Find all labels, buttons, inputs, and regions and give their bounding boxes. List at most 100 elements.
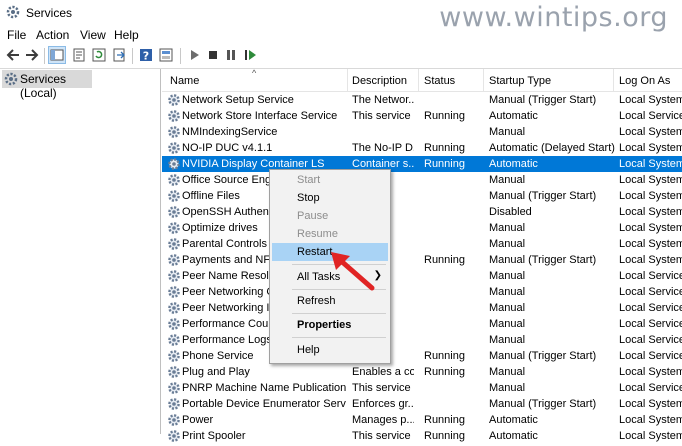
service-log-on-as: Local Service	[619, 382, 682, 394]
service-gear-icon	[167, 93, 181, 107]
column-divider[interactable]	[347, 69, 348, 91]
service-startup-type: Manual (Trigger Start)	[489, 398, 597, 410]
service-gear-icon	[167, 221, 181, 235]
service-status: Running	[424, 158, 465, 170]
restart-service-icon[interactable]	[242, 47, 258, 63]
service-log-on-as: Local Service	[619, 318, 682, 330]
service-startup-type: Manual	[489, 174, 526, 186]
menu-item-stop[interactable]: Stop	[272, 189, 388, 207]
service-gear-icon	[167, 125, 181, 139]
forward-icon[interactable]	[24, 47, 40, 63]
service-row[interactable]: Peer Networking Idide...ManualLocal Serv…	[162, 300, 682, 316]
properties-icon[interactable]	[71, 47, 87, 63]
service-description: Enforces gr...	[352, 398, 414, 410]
service-row[interactable]: Plug and Play Enables a co... Running Manua…	[162, 364, 682, 380]
pause-service-icon[interactable]	[223, 47, 239, 63]
service-row[interactable]: Peer Name Resoluterv...ManualLocal Servi…	[162, 268, 682, 284]
export-list-icon[interactable]	[111, 47, 127, 63]
service-gear-icon	[167, 141, 181, 155]
back-icon[interactable]	[5, 47, 21, 63]
menu-item-pause: Pause	[272, 207, 388, 225]
menu-item-label: Refresh	[297, 295, 336, 307]
service-row[interactable]: OpenSSH Authentito ...DisabledLocal Syst…	[162, 204, 682, 220]
service-gear-icon	[167, 333, 181, 347]
service-name: Network Store Interface Service	[182, 110, 338, 122]
service-row[interactable]: Performance Counote...ManualLocal Servic…	[162, 316, 682, 332]
menu-view[interactable]: View	[80, 28, 106, 42]
service-row[interactable]: Peer Networking Grulti...ManualLocal Ser…	[162, 284, 682, 300]
service-row[interactable]: Portable Device Enumerator Service Enforc…	[162, 396, 682, 412]
service-description: Enables a co...	[352, 366, 414, 378]
menu-item-refresh[interactable]: Refresh	[272, 292, 388, 310]
service-status: Running	[424, 414, 465, 426]
stop-service-icon[interactable]	[205, 47, 221, 63]
service-row[interactable]: NVIDIA Display Container LS Container s..…	[162, 156, 682, 172]
service-name: PNRP Machine Name Publication S...	[182, 382, 346, 394]
service-status: Running	[424, 142, 465, 154]
service-name: NO-IP DUC v4.1.1	[182, 142, 273, 154]
menu-bar: File Action View Help	[0, 26, 682, 44]
menu-file[interactable]: File	[7, 28, 26, 42]
service-row[interactable]: Power Manages p... Running Automatic Local S…	[162, 412, 682, 428]
services-gear-icon	[4, 72, 18, 86]
service-log-on-as: Local System	[619, 126, 682, 138]
column-startup-type[interactable]: Startup Type	[489, 75, 551, 87]
service-row[interactable]: Optimize drivese c...ManualLocal System	[162, 220, 682, 236]
service-row[interactable]: Network Setup Service The Networ... Manual…	[162, 92, 682, 108]
service-row[interactable]: Office Source Engitall...ManualLocal Sys…	[162, 172, 682, 188]
menu-item-label: Resume	[297, 228, 338, 240]
show-hide-console-tree-icon[interactable]	[48, 46, 66, 64]
service-log-on-as: Local System	[619, 94, 682, 106]
refresh-icon[interactable]	[91, 47, 107, 63]
column-description[interactable]: Description	[352, 75, 407, 87]
service-startup-type: Automatic	[489, 110, 538, 122]
menu-action[interactable]: Action	[36, 28, 69, 42]
column-divider[interactable]	[613, 69, 614, 91]
service-row[interactable]: Performance Logs &ce ...ManualLocal Serv…	[162, 332, 682, 348]
service-description: This service ...	[352, 382, 414, 394]
service-log-on-as: Local Service	[619, 110, 682, 122]
menu-item-label: Start	[297, 174, 321, 186]
service-row[interactable]: Parental Controlspar...ManualLocal Syste…	[162, 236, 682, 252]
service-row[interactable]: Phone Servicethe ...RunningManual (Trigg…	[162, 348, 682, 364]
service-row[interactable]: Payments and NFCaym...RunningManual (Tri…	[162, 252, 682, 268]
service-row[interactable]: PNRP Machine Name Publication S... This s…	[162, 380, 682, 396]
menu-help[interactable]: Help	[114, 28, 139, 42]
red-pointer-arrow-icon	[331, 252, 375, 291]
column-header: ^ Name Description Status Startup Type L…	[162, 68, 682, 92]
column-divider[interactable]	[418, 69, 419, 91]
service-log-on-as: Local System	[619, 174, 682, 186]
title-bar: Services www.wintips.org	[0, 0, 682, 33]
tree-item-services-local[interactable]: Services (Local)	[2, 70, 92, 100]
service-row[interactable]: NO-IP DUC v4.1.1 The No-IP D... Running Aut…	[162, 140, 682, 156]
column-divider[interactable]	[483, 69, 484, 91]
service-gear-icon	[167, 237, 181, 251]
service-status: Running	[424, 254, 465, 266]
column-log-on-as[interactable]: Log On As	[619, 75, 670, 87]
service-log-on-as: Local System	[619, 222, 682, 234]
help-icon[interactable]: ?	[138, 47, 154, 63]
service-gear-icon	[167, 413, 181, 427]
snapin-icon[interactable]	[158, 47, 174, 63]
menu-item-properties[interactable]: Properties	[272, 316, 388, 334]
service-gear-icon	[167, 429, 181, 443]
column-status[interactable]: Status	[424, 75, 455, 87]
service-row[interactable]: Network Store Interface Service This serv…	[162, 108, 682, 124]
service-row[interactable]: Offline Filesles ...Manual (Trigger Star…	[162, 188, 682, 204]
column-name[interactable]: Name	[170, 75, 199, 87]
menu-item-label: Help	[297, 344, 320, 356]
menu-item-label: Properties	[297, 319, 352, 331]
service-log-on-as: Local System	[619, 142, 682, 154]
services-list: ^ Name Description Status Startup Type L…	[162, 68, 682, 442]
service-row[interactable]: NMIndexingService Manual Local System	[162, 124, 682, 140]
service-gear-icon	[167, 205, 181, 219]
service-startup-type: Manual (Trigger Start)	[489, 350, 597, 362]
service-row[interactable]: Print Spooler This service ... Running Auto…	[162, 428, 682, 444]
service-startup-type: Manual (Trigger Start)	[489, 190, 597, 202]
service-log-on-as: Local System	[619, 366, 682, 378]
tree-item-label: Services (Local)	[20, 72, 67, 100]
start-service-icon[interactable]	[186, 47, 202, 63]
service-startup-type: Manual	[489, 270, 526, 282]
menu-item-help[interactable]: Help	[272, 341, 388, 359]
service-log-on-as: Local System	[619, 430, 682, 442]
